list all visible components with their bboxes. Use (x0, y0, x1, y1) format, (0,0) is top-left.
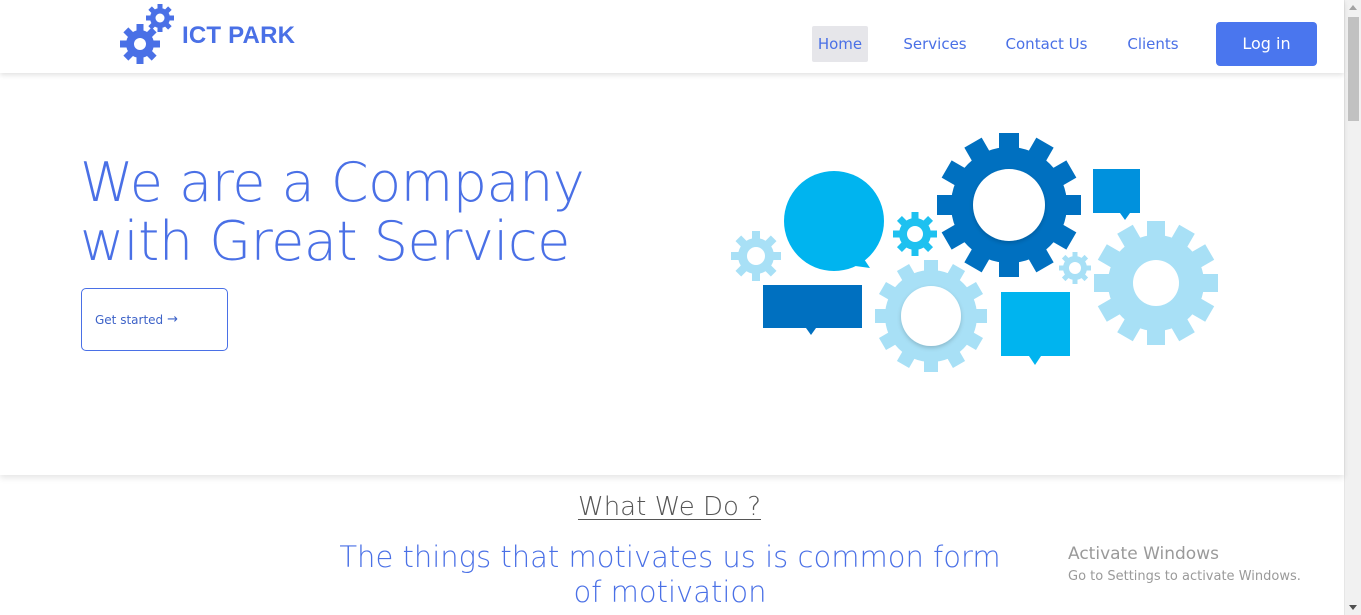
scroll-up-icon[interactable] (1349, 5, 1357, 10)
large-gear-light (1094, 221, 1218, 345)
scroll-down-icon[interactable] (1349, 605, 1357, 610)
small-gear-left (731, 231, 781, 281)
page: ICT PARK Home Services Contact Us Client… (0, 0, 1361, 615)
hero-title-line1: We are a Company (80, 151, 585, 214)
nav-home[interactable]: Home (812, 26, 868, 62)
login-button[interactable]: Log in (1216, 22, 1317, 66)
watermark-subtitle: Go to Settings to activate Windows. (1068, 569, 1301, 584)
arrow-right-icon: → (167, 312, 179, 327)
activate-windows-watermark: Activate Windows Go to Settings to activ… (1068, 543, 1301, 588)
hero-section: We are a Company with Great Service Get … (0, 73, 1344, 475)
nav-contact-us[interactable]: Contact Us (999, 26, 1094, 62)
small-speech-bubble (1093, 169, 1140, 220)
top-navbar: ICT PARK Home Services Contact Us Client… (0, 0, 1344, 73)
brand-logo[interactable]: ICT PARK (118, 2, 295, 66)
section-title-text: What We Do ? (577, 492, 761, 522)
round-speech-bubble (784, 171, 884, 271)
vertical-scrollbar[interactable] (1344, 0, 1361, 615)
small-gear-cyan (893, 212, 937, 256)
nav-clients[interactable]: Clients (1121, 26, 1185, 62)
hero-title-line2: with Great Service (80, 210, 570, 273)
get-started-button[interactable]: Get started → (81, 288, 228, 351)
section-title: What We Do ? (0, 492, 1339, 522)
brand-name[interactable]: ICT PARK (182, 22, 295, 50)
get-started-label: Get started (95, 312, 164, 327)
hero-title: We are a Company with Great Service (80, 153, 680, 271)
watermark-title: Activate Windows (1068, 544, 1219, 564)
rect-speech-bubble-dark (763, 285, 862, 335)
tiny-gear (1059, 252, 1091, 284)
large-gear-dark (937, 133, 1081, 277)
section-subtitle: The things that motivates us is common f… (339, 540, 1001, 609)
scrollbar-thumb[interactable] (1348, 17, 1359, 121)
gears-icon (120, 4, 174, 64)
medium-gear-light (875, 260, 987, 372)
nav-services[interactable]: Services (898, 26, 972, 62)
rect-speech-bubble-cyan (1001, 292, 1070, 365)
gears-and-speech-bubbles-illustration (731, 133, 1218, 372)
